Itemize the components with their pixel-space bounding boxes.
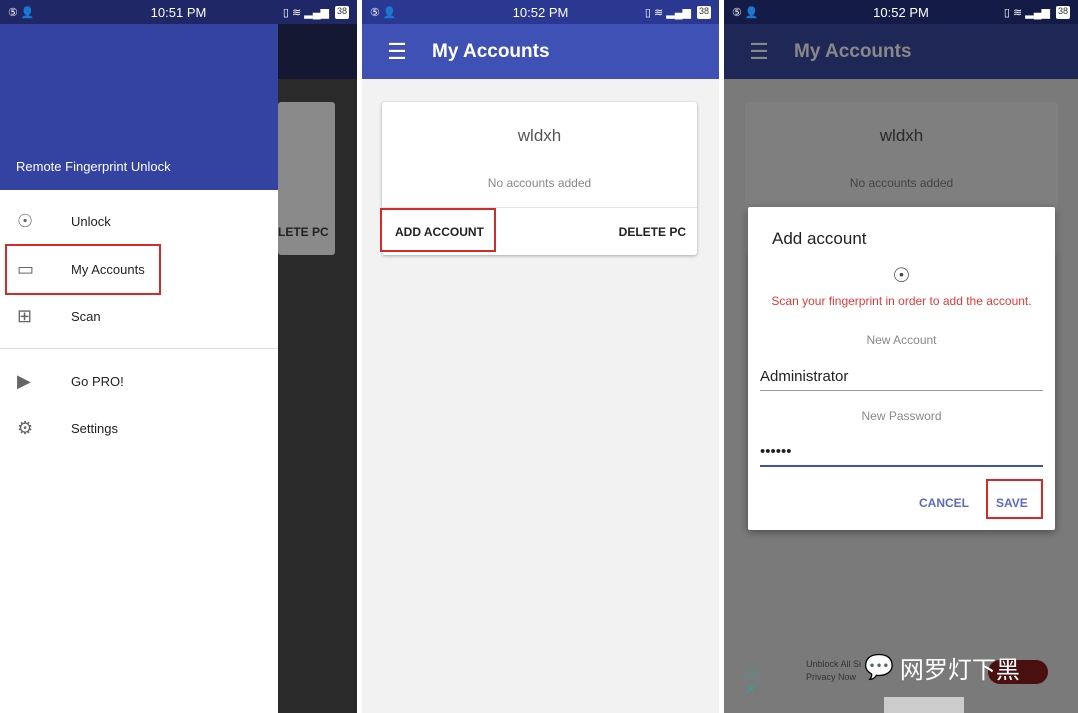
delete-pc-button[interactable]: DELETE PC [619,225,686,239]
notification-icons: ⑤ 👤 [370,6,397,19]
page-title: My Accounts [794,40,912,62]
drawer-header-title: Remote Fingerprint Unlock [16,159,171,174]
pc-name: wldxh [517,126,562,145]
dialog-title: Add account [772,229,867,248]
screen-drawer: ⑤ 👤 10:51 PM ▯ ≋ ▂▄▆ 38 LETE PC Remote F… [0,0,357,713]
drawer-header: Remote Fingerprint Unlock [0,24,278,190]
watermark-text: 网罗灯下黑 [899,657,1020,684]
status-bar: ⑤ 👤 10:51 PM ▯ ≋ ▂▄▆ 38 [0,0,357,24]
account-input[interactable]: Administrator [760,368,1043,391]
status-bar: ⑤ 👤 10:52 PM ▯ ≋ ▂▄▆ 38 [724,0,1078,24]
ad-line2: Privacy Now [806,672,857,682]
status-time: 10:52 PM [512,4,569,20]
item-label: Settings [71,420,118,436]
menu-icon[interactable]: ☰ [724,39,794,65]
battery-icon: 38 [1055,5,1070,19]
watermark: 💬 网罗灯下黑 [864,650,1020,685]
screen-add-account: ⑤ 👤 10:52 PM ▯ ≋ ▂▄▆ 38 ☰ My Accounts wl… [724,0,1078,713]
wechat-icon: 💬 [864,654,894,681]
screen-my-accounts: ⑤ 👤 10:52 PM ▯ ≋ ▂▄▆ 38 ☰ My Accounts wl… [362,0,719,713]
battery-icon: 38 [334,5,349,19]
gear-icon: ⚙ [17,417,34,438]
status-icons: ▯ ≋ ▂▄▆ 38 [1003,5,1070,19]
highlight-box [380,208,496,252]
drawer: Remote Fingerprint Unlock ☉ Unlock ▭ My Ac… [0,24,278,713]
app-bar: ☰ My Accounts [362,24,719,79]
notification-icons: ⑤ 👤 [732,6,759,19]
status-bar: ⑤ 👤 10:52 PM ▯ ≋ ▂▄▆ 38 [362,0,719,24]
status-icons: ▯ ≋ ▂▄▆ 38 [282,5,349,19]
account-label: New Account [866,333,937,347]
ad-info-icon[interactable]: ⓘ ✕ [746,665,758,696]
dimmed-card: LETE PC [278,102,335,255]
instruction-text: Scan your fingerprint in order to add th… [771,294,1032,308]
app-bar: ☰ My Accounts [724,24,1078,79]
ad-line1: Unblock All Si [806,659,862,669]
drawer-item-unlock[interactable]: ☉ Unlock [0,198,278,244]
notification-icons: ⑤ 👤 [8,6,35,19]
battery-icon: 38 [696,5,711,19]
highlight-box [986,479,1043,519]
menu-icon[interactable]: ☰ [362,39,432,65]
password-label: New Password [861,409,942,423]
drawer-item-scan[interactable]: ⊞ Scan [0,293,278,339]
status-icons: ▯ ≋ ▂▄▆ 38 [644,5,711,19]
fingerprint-icon: ☉ [17,210,34,231]
pc-name: wldxh [879,126,924,145]
toolbar-widget [884,697,964,713]
item-label: Scan [71,308,101,324]
divider [0,348,278,349]
monitor-plus-icon: ⊞ [17,305,33,326]
empty-text: No accounts added [849,176,954,190]
item-label: Go PRO! [71,373,124,389]
drawer-item-go-pro[interactable]: ▶ Go PRO! [0,358,278,404]
status-time: 10:52 PM [873,4,929,20]
drawer-item-settings[interactable]: ⚙ Settings [0,405,278,451]
highlight-box [5,244,161,295]
password-input[interactable]: •••••• [760,443,1043,467]
dimmed-delete-pc: LETE PC [278,225,329,239]
fingerprint-icon: ☉ [892,265,911,287]
item-label: Unlock [71,213,111,229]
page-title: My Accounts [432,40,550,62]
play-store-icon: ▶ [17,370,31,391]
cancel-button[interactable]: CANCEL [919,496,969,510]
status-time: 10:51 PM [150,4,207,20]
empty-text: No accounts added [487,176,592,190]
